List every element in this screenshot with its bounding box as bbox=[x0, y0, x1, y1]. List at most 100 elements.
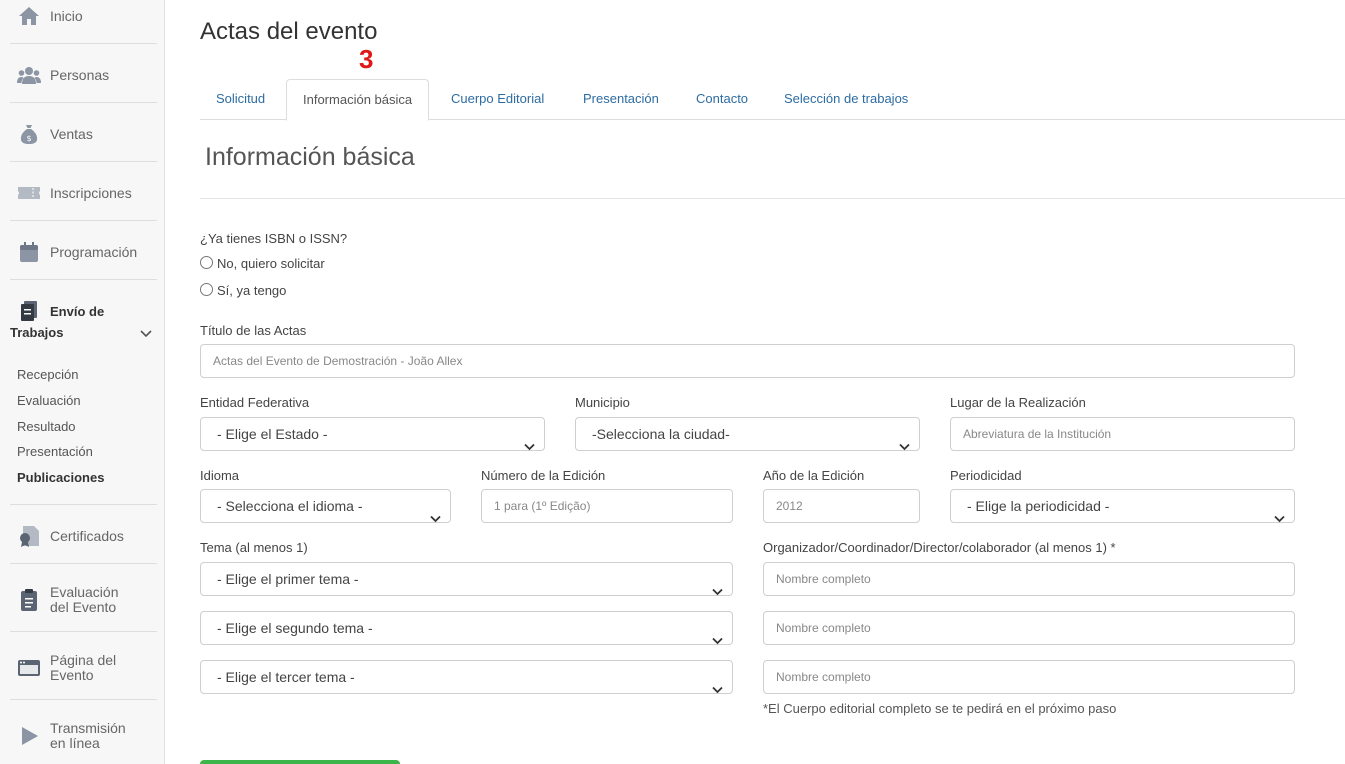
entidad-label: Entidad Federativa bbox=[200, 395, 310, 410]
sidebar: Inicio Personas $ Ventas Inscripciones P… bbox=[0, 0, 165, 764]
sidebar-divider bbox=[10, 504, 157, 505]
label-line2: en línea bbox=[50, 735, 100, 751]
sidebar-item-personas[interactable]: Personas bbox=[10, 63, 157, 87]
tema-label: Tema (al menos 1) bbox=[200, 540, 308, 555]
isbn-question-label: ¿Ya tienes ISBN o ISSN? bbox=[200, 231, 348, 246]
sidebar-item-label: Trabajos bbox=[10, 325, 64, 340]
label-line2: Evento bbox=[50, 667, 94, 683]
sidebar-item-label: Evaluación del Evento bbox=[50, 585, 119, 615]
organizador-3-input[interactable]: Nombre completo bbox=[763, 660, 1295, 694]
sidebar-item-label: Programación bbox=[50, 243, 138, 260]
periodicidad-label: Periodicidad bbox=[950, 468, 1022, 483]
chevron-down-icon bbox=[430, 502, 441, 523]
sidebar-item-ventas[interactable]: $ Ventas bbox=[10, 122, 157, 146]
clipboard-icon bbox=[17, 589, 41, 611]
sidebar-item-inscripciones[interactable]: Inscripciones bbox=[10, 181, 157, 205]
radio-button[interactable] bbox=[200, 282, 213, 296]
idioma-select[interactable]: - Selecciona el idioma - bbox=[200, 489, 451, 523]
tab-solicitud[interactable]: Solicitud bbox=[200, 79, 281, 120]
radio-label: No, quiero solicitar bbox=[217, 256, 325, 271]
chevron-down-icon bbox=[1274, 502, 1285, 523]
chevron-down-icon bbox=[524, 430, 535, 451]
sidebar-item-label: Transmisión en línea bbox=[50, 721, 126, 751]
sidebar-subitem-resultado[interactable]: Resultado bbox=[17, 419, 76, 434]
sidebar-item-inicio[interactable]: Inicio bbox=[10, 4, 157, 28]
select-value: - Elige la periodicidad - bbox=[967, 498, 1110, 514]
sidebar-subitem-recepcion[interactable]: Recepción bbox=[17, 367, 78, 382]
select-value: - Elige el segundo tema - bbox=[217, 620, 373, 636]
money-bag-icon: $ bbox=[17, 123, 41, 145]
edicion-input[interactable]: 1 para (1º Edição) bbox=[481, 489, 733, 523]
titulo-input[interactable]: Actas del Evento de Demostración - João … bbox=[200, 344, 1295, 378]
tab-seleccion-de-trabajos[interactable]: Selección de trabajos bbox=[768, 79, 924, 120]
label-line1: Página del bbox=[50, 652, 117, 668]
continue-button[interactable] bbox=[200, 760, 400, 764]
select-value: - Elige el primer tema - bbox=[217, 571, 359, 587]
sidebar-subitem-publicaciones[interactable]: Publicaciones bbox=[17, 470, 104, 485]
sidebar-item-evaluacion-del-evento[interactable]: Evaluación del Evento bbox=[10, 585, 157, 615]
lugar-input[interactable]: Abreviatura de la Institución bbox=[950, 417, 1295, 451]
sidebar-divider bbox=[10, 563, 157, 564]
sidebar-item-pagina-del-evento[interactable]: Página del Evento bbox=[10, 653, 157, 683]
section-divider bbox=[200, 198, 1345, 199]
page-title: Actas del evento bbox=[200, 18, 378, 45]
chevron-down-icon bbox=[712, 673, 723, 694]
organizador-1-input[interactable]: Nombre completo bbox=[763, 562, 1295, 596]
radio-label: Sí, ya tengo bbox=[217, 283, 287, 298]
sidebar-item-label: Página del Evento bbox=[50, 653, 116, 683]
label-line2: del Evento bbox=[50, 599, 117, 615]
municipio-label: Municipio bbox=[575, 395, 630, 410]
tab-contacto[interactable]: Contacto bbox=[680, 79, 764, 120]
municipio-select[interactable]: -Selecciona la ciudad- bbox=[575, 417, 920, 451]
tab-presentacion[interactable]: Presentación bbox=[567, 79, 675, 120]
tab-informacion-basica[interactable]: Información básica bbox=[286, 79, 430, 121]
chevron-down-icon bbox=[712, 575, 723, 596]
radio-no-quiero-solicitar[interactable]: No, quiero solicitar bbox=[200, 255, 325, 271]
radio-si-ya-tengo[interactable]: Sí, ya tengo bbox=[200, 282, 287, 298]
calendar-icon bbox=[17, 241, 41, 263]
sidebar-item-transmision-en-linea[interactable]: Transmisión en línea bbox=[10, 721, 157, 751]
radio-button[interactable] bbox=[200, 255, 213, 269]
titulo-label: Título de las Actas bbox=[200, 323, 307, 338]
select-value: - Elige el tercer tema - bbox=[217, 669, 355, 685]
label-line1: Transmisión bbox=[50, 720, 126, 736]
cuerpo-editorial-note: *El Cuerpo editorial completo se te pedi… bbox=[763, 701, 1117, 716]
select-value: - Selecciona el idioma - bbox=[217, 498, 363, 514]
anio-label: Año de la Edición bbox=[763, 468, 865, 483]
edicion-label: Número de la Edición bbox=[481, 468, 606, 483]
tab-cuerpo-editorial[interactable]: Cuerpo Editorial bbox=[435, 79, 560, 120]
sidebar-divider bbox=[10, 161, 157, 162]
organizador-2-input[interactable]: Nombre completo bbox=[763, 611, 1295, 645]
sidebar-divider bbox=[10, 279, 157, 280]
chevron-down-icon bbox=[899, 430, 910, 451]
sidebar-item-label: Ventas bbox=[50, 125, 93, 142]
tema-1-select[interactable]: - Elige el primer tema - bbox=[200, 562, 733, 596]
tema-3-select[interactable]: - Elige el tercer tema - bbox=[200, 660, 733, 694]
step-number-badge: 3 bbox=[359, 44, 374, 74]
label-line1: Evaluación bbox=[50, 584, 119, 600]
certificate-icon bbox=[17, 525, 41, 547]
entidad-select[interactable]: - Elige el Estado - bbox=[200, 417, 545, 451]
document-icon bbox=[19, 300, 41, 322]
browser-window-icon bbox=[17, 657, 41, 679]
sidebar-subitem-evaluacion[interactable]: Evaluación bbox=[17, 393, 81, 408]
select-value: -Selecciona la ciudad- bbox=[592, 426, 730, 442]
sidebar-divider bbox=[10, 631, 157, 632]
periodicidad-select[interactable]: - Elige la periodicidad - bbox=[950, 489, 1295, 523]
select-value: - Elige el Estado - bbox=[217, 426, 328, 442]
lugar-label: Lugar de la Realización bbox=[950, 395, 1086, 410]
svg-text:$: $ bbox=[26, 134, 31, 143]
sidebar-item-programacion[interactable]: Programación bbox=[10, 240, 157, 264]
sidebar-subitem-presentacion[interactable]: Presentación bbox=[17, 444, 93, 459]
tema-2-select[interactable]: - Elige el segundo tema - bbox=[200, 611, 733, 645]
sidebar-divider bbox=[10, 699, 157, 700]
sidebar-item-label: Personas bbox=[50, 66, 110, 83]
play-icon bbox=[17, 725, 41, 747]
chevron-down-icon[interactable] bbox=[140, 326, 152, 338]
anio-input[interactable]: 2012 bbox=[763, 489, 920, 523]
sidebar-item-envio-de-trabajos[interactable]: Envío de Trabajos bbox=[10, 298, 157, 344]
ticket-icon bbox=[17, 182, 41, 204]
organizador-label: Organizador/Coordinador/Director/colabor… bbox=[763, 540, 1116, 555]
tab-bar: Solicitud Información básica Cuerpo Edit… bbox=[200, 79, 1345, 121]
sidebar-item-certificados[interactable]: Certificados bbox=[10, 524, 157, 548]
